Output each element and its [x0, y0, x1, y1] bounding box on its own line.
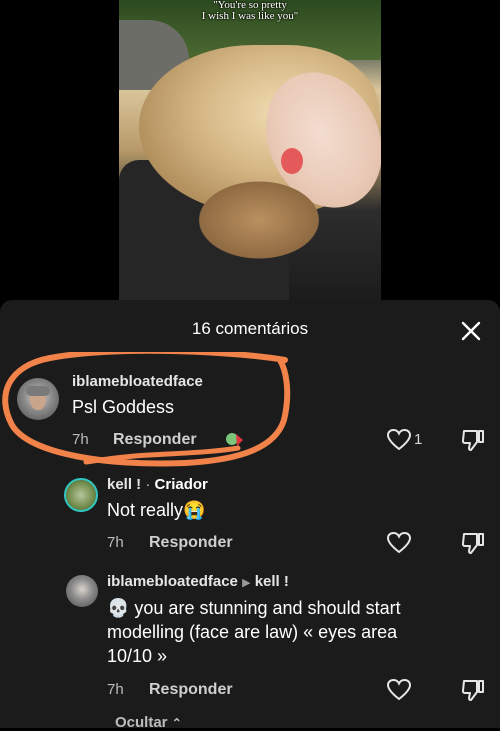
comment-username: iblamebloatedface ▶ kell !: [107, 573, 289, 590]
reply-username[interactable]: iblamebloatedface: [107, 573, 238, 590]
dislike-icon[interactable]: [460, 428, 486, 452]
reply-button[interactable]: Responder: [113, 431, 197, 449]
dislike-icon[interactable]: [460, 678, 486, 702]
separator: ·: [141, 476, 155, 493]
heart-icon[interactable]: [386, 531, 412, 555]
fur-collar: [189, 175, 329, 265]
comments-title: 16 comentários: [191, 319, 309, 338]
video-caption: "You're so pretty I wish I was like you": [119, 0, 381, 22]
dislike-icon[interactable]: [460, 531, 486, 555]
hide-replies-button[interactable]: Ocultar ⌃: [115, 714, 182, 731]
gift-icon: [224, 430, 244, 448]
reply-to-username[interactable]: kell !: [255, 573, 289, 590]
heart-icon[interactable]: [386, 428, 412, 452]
comment-item: kell ! · Criador Not really😭 7h Responde…: [0, 475, 500, 565]
reply-button[interactable]: Responder: [149, 534, 233, 552]
creator-username[interactable]: kell !: [107, 476, 141, 493]
comment-item: iblamebloatedface ▶ kell ! 💀 you are stu…: [0, 572, 500, 712]
avatar[interactable]: [17, 378, 59, 420]
comment-username[interactable]: iblamebloatedface: [72, 373, 203, 390]
creator-badge: Criador: [154, 476, 208, 493]
comment-item: iblamebloatedface Psl Goddess 7h Respond…: [0, 370, 500, 460]
comment-time: 7h: [107, 534, 124, 551]
close-icon[interactable]: [458, 318, 484, 344]
comment-time: 7h: [107, 681, 124, 698]
comment-username: kell ! · Criador: [107, 476, 208, 493]
avatar[interactable]: [64, 478, 98, 512]
comment-time: 7h: [72, 431, 89, 448]
reply-arrow-icon: ▶: [242, 577, 251, 589]
like-count: 1: [414, 431, 423, 448]
heart-icon[interactable]: [386, 678, 412, 702]
lips: [281, 148, 303, 174]
avatar[interactable]: [66, 575, 98, 607]
hide-replies-label: Ocultar: [115, 714, 168, 731]
video-preview[interactable]: "You're so pretty I wish I was like you": [119, 0, 381, 300]
caption-line-2: I wish I was like you": [201, 10, 299, 22]
comment-text: 💀 you are stunning and should start mode…: [107, 598, 401, 666]
comment-text: Not really😭: [107, 500, 206, 520]
reply-button[interactable]: Responder: [149, 681, 233, 699]
comment-text: Psl Goddess: [72, 397, 175, 417]
